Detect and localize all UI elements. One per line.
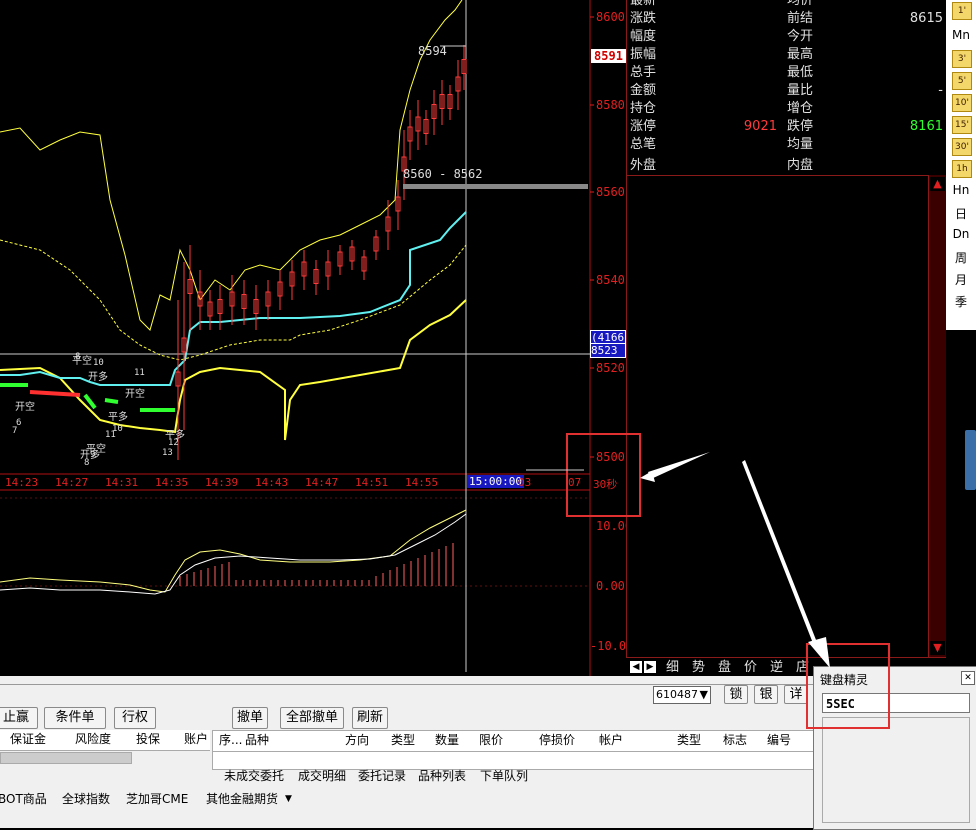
arrow-to-wizard (742, 460, 820, 651)
annotation-arrows (526, 452, 830, 668)
arrow-to-period (648, 452, 710, 479)
arrow-head-icon (808, 637, 830, 668)
